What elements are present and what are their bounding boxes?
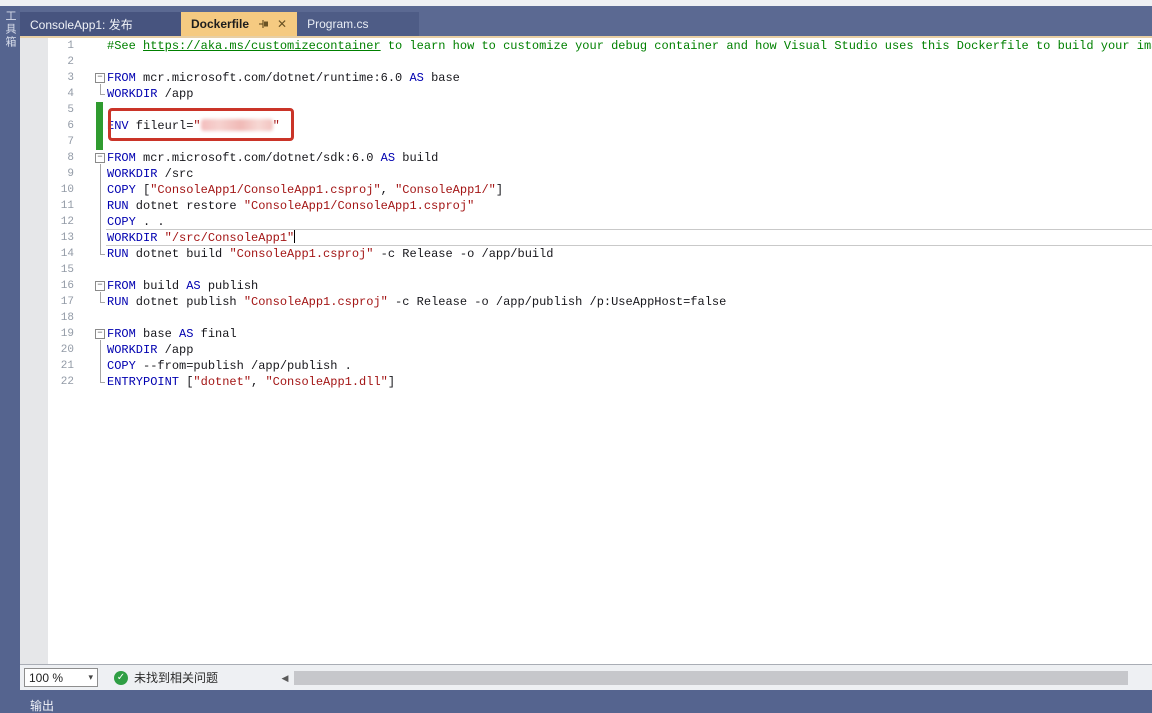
code-line[interactable]: 4 WORKDIR /app (20, 86, 1152, 102)
output-panel-header: 输出 (0, 690, 1152, 713)
close-icon[interactable]: ✕ (277, 18, 287, 30)
fold-guide-tick (100, 382, 105, 383)
code-line[interactable]: 16 −FROM build AS publish (20, 278, 1152, 294)
line-number: 3 (48, 70, 74, 86)
line-number: 16 (48, 278, 74, 294)
tab-label: Dockerfile (191, 17, 249, 31)
zoom-level-value: 100 % (29, 671, 88, 685)
fold-guide-line (100, 340, 101, 382)
line-number: 8 (48, 150, 74, 166)
line-number: 5 (48, 102, 74, 118)
fold-guide-tick (100, 94, 105, 95)
change-tracking-bar (96, 102, 103, 150)
red-highlight-box (108, 108, 294, 141)
editor-statusbar: 100 % ▾ ✓ 未找到相关问题 ◀ (20, 664, 1152, 690)
visual-studio-window: 工具箱 ConsoleApp1: 发布 Dockerfile ✕ Program… (0, 0, 1152, 713)
fold-collapse-icon[interactable]: − (95, 153, 105, 163)
code-text: WORKDIR /src (107, 166, 193, 182)
line-number: 9 (48, 166, 74, 182)
tab-dockerfile[interactable]: Dockerfile ✕ (181, 12, 297, 36)
code-line[interactable]: 18 (20, 310, 1152, 326)
output-panel-title[interactable]: 输出 (30, 697, 54, 713)
code-line[interactable]: 17 RUN dotnet publish "ConsoleApp1.csproj… (20, 294, 1152, 310)
code-text: ENTRYPOINT ["dotnet", "ConsoleApp1.dll"] (107, 374, 395, 390)
health-message: 未找到相关问题 (134, 669, 218, 686)
line-number: 14 (48, 246, 74, 262)
scrollbar-track[interactable] (292, 671, 1152, 685)
line-number: 10 (48, 182, 74, 198)
toolbox-rail[interactable]: 工具箱 (0, 6, 20, 713)
code-line[interactable]: 11 RUN dotnet restore "ConsoleApp1/Consol… (20, 198, 1152, 214)
scrollbar-thumb[interactable] (294, 671, 1128, 685)
code-line[interactable]: 22 ENTRYPOINT ["dotnet", "ConsoleApp1.dll… (20, 374, 1152, 390)
document-health-indicator[interactable]: ✓ 未找到相关问题 (114, 669, 218, 686)
zoom-level-select[interactable]: 100 % ▾ (24, 668, 98, 687)
current-line-highlight (106, 229, 1152, 246)
editor-area[interactable]: 1 #See https://aka.ms/customizecontainer … (20, 38, 1152, 664)
line-number: 4 (48, 86, 74, 102)
chevron-down-icon: ▾ (88, 672, 93, 683)
code-line[interactable]: 21 COPY --from=publish /app/publish . (20, 358, 1152, 374)
code-text: COPY . . (107, 214, 165, 230)
check-icon: ✓ (114, 671, 128, 685)
toolbox-tab-label[interactable]: 工具箱 (2, 10, 18, 49)
line-number: 22 (48, 374, 74, 390)
code-line[interactable]: 20 WORKDIR /app (20, 342, 1152, 358)
line-number: 7 (48, 134, 74, 150)
fold-collapse-icon[interactable]: − (95, 73, 105, 83)
fold-guide-tick (100, 302, 105, 303)
fold-guide-tick (100, 254, 105, 255)
line-number: 21 (48, 358, 74, 374)
code-line[interactable]: 14 RUN dotnet build "ConsoleApp1.csproj" … (20, 246, 1152, 262)
code-line[interactable]: 3 −FROM mcr.microsoft.com/dotnet/runtime:… (20, 70, 1152, 86)
line-number: 19 (48, 326, 74, 342)
code-text: WORKDIR /app (107, 86, 193, 102)
code-text: WORKDIR /app (107, 342, 193, 358)
tab-label: Program.cs (307, 17, 368, 31)
horizontal-scrollbar[interactable]: ◀ (278, 669, 1152, 687)
line-number: 12 (48, 214, 74, 230)
code-line[interactable]: 10 COPY ["ConsoleApp1/ConsoleApp1.csproj"… (20, 182, 1152, 198)
code-line[interactable]: 9 WORKDIR /src (20, 166, 1152, 182)
line-number: 17 (48, 294, 74, 310)
code-text: RUN dotnet build "ConsoleApp1.csproj" -c… (107, 246, 554, 262)
line-number: 6 (48, 118, 74, 134)
code-text: COPY ["ConsoleApp1/ConsoleApp1.csproj", … (107, 182, 503, 198)
code-text: #See https://aka.ms/customizecontainer t… (107, 38, 1152, 54)
code-text: COPY --from=publish /app/publish . (107, 358, 352, 374)
code-text: FROM mcr.microsoft.com/dotnet/runtime:6.… (107, 70, 460, 86)
tab-consoleapp1-publish[interactable]: ConsoleApp1: 发布 (20, 12, 181, 36)
fold-guide-line (100, 292, 101, 302)
code-line[interactable]: 15 (20, 262, 1152, 278)
code-line[interactable]: 8 −FROM mcr.microsoft.com/dotnet/sdk:6.0 … (20, 150, 1152, 166)
pin-icon[interactable] (258, 18, 270, 30)
line-number: 18 (48, 310, 74, 326)
code-line[interactable]: 19 −FROM base AS final (20, 326, 1152, 342)
code-text: FROM mcr.microsoft.com/dotnet/sdk:6.0 AS… (107, 150, 438, 166)
code-text: FROM build AS publish (107, 278, 258, 294)
tab-label: ConsoleApp1: 发布 (30, 16, 133, 33)
line-number: 15 (48, 262, 74, 278)
line-number: 13 (48, 230, 74, 246)
document-tabstrip: ConsoleApp1: 发布 Dockerfile ✕ Program.cs (20, 6, 1152, 38)
code-line[interactable]: 1 #See https://aka.ms/customizecontainer … (20, 38, 1152, 54)
fold-collapse-icon[interactable]: − (95, 281, 105, 291)
code-text: RUN dotnet restore "ConsoleApp1/ConsoleA… (107, 198, 474, 214)
line-number: 2 (48, 54, 74, 70)
line-number: 11 (48, 198, 74, 214)
tab-program-cs[interactable]: Program.cs (297, 12, 419, 36)
fold-guide-line (100, 164, 101, 254)
fold-guide-line (100, 84, 101, 94)
code-text: RUN dotnet publish "ConsoleApp1.csproj" … (107, 294, 726, 310)
code-line[interactable]: 2 (20, 54, 1152, 70)
code-line[interactable]: 12 COPY . . (20, 214, 1152, 230)
scroll-left-icon[interactable]: ◀ (278, 673, 292, 684)
line-number: 1 (48, 38, 74, 54)
fold-collapse-icon[interactable]: − (95, 329, 105, 339)
line-number: 20 (48, 342, 74, 358)
code-text: FROM base AS final (107, 326, 237, 342)
